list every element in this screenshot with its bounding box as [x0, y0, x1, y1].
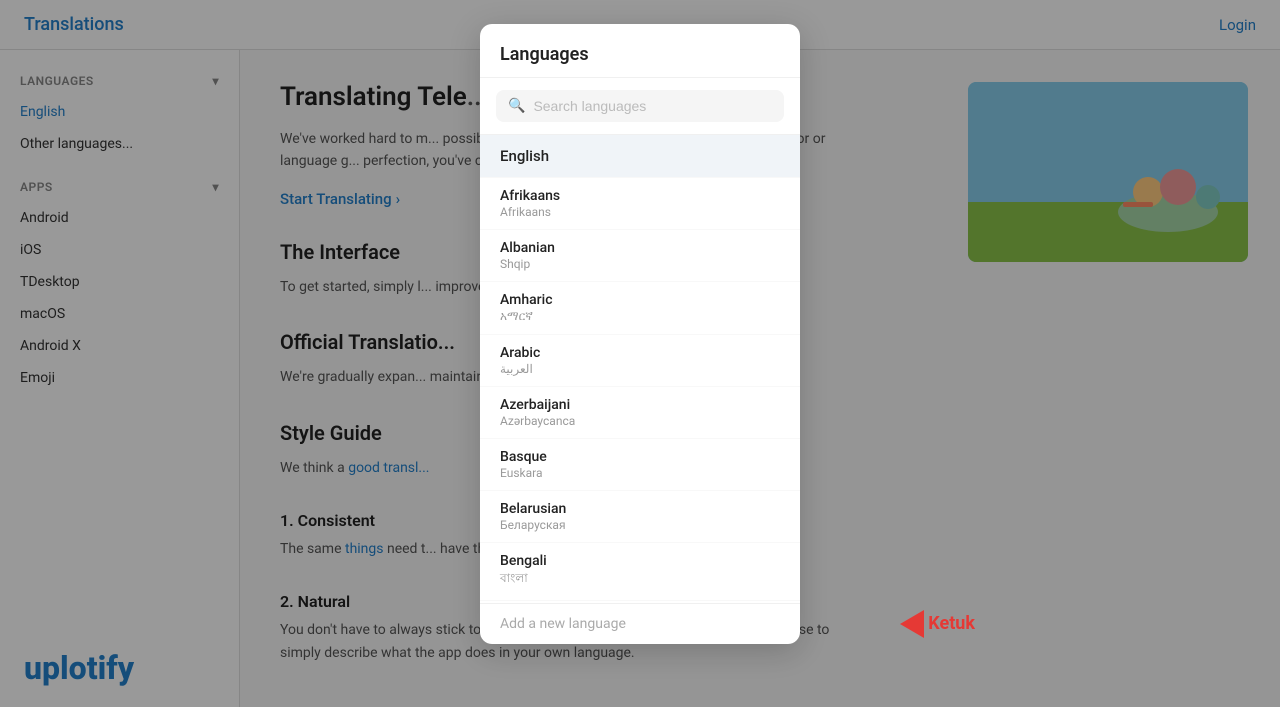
- language-item-amharic[interactable]: Amharic አማርኛ: [480, 282, 800, 335]
- languages-modal: Languages 🔍 English Afrikaans Afrikaans …: [480, 24, 800, 644]
- modal-search-area: 🔍: [480, 78, 800, 135]
- language-item-belarusian[interactable]: Belarusian Беларуская: [480, 491, 800, 543]
- modal-title: Languages: [480, 24, 800, 78]
- language-item-english[interactable]: English: [480, 135, 800, 178]
- language-item-bengali[interactable]: Bengali বাংলা: [480, 543, 800, 601]
- language-item-azerbaijani[interactable]: Azerbaijani Azərbaycanca: [480, 387, 800, 439]
- modal-footer: Add a new language Ketuk: [480, 603, 800, 644]
- search-icon: 🔍: [508, 98, 525, 114]
- search-input-container[interactable]: 🔍: [496, 90, 784, 122]
- language-item-basque[interactable]: Basque Euskara: [480, 439, 800, 491]
- language-item-afrikaans[interactable]: Afrikaans Afrikaans: [480, 178, 800, 230]
- language-list: English Afrikaans Afrikaans Albanian Shq…: [480, 135, 800, 603]
- red-arrow-icon: [900, 610, 924, 638]
- language-item-arabic[interactable]: Arabic العربية: [480, 335, 800, 387]
- annotation-text: Ketuk: [928, 613, 975, 634]
- modal-overlay[interactable]: Languages 🔍 English Afrikaans Afrikaans …: [0, 0, 1280, 707]
- language-item-albanian[interactable]: Albanian Shqip: [480, 230, 800, 282]
- add-language-button[interactable]: Add a new language: [500, 616, 626, 632]
- search-input[interactable]: [533, 98, 772, 114]
- arrow-annotation: Ketuk: [900, 610, 975, 638]
